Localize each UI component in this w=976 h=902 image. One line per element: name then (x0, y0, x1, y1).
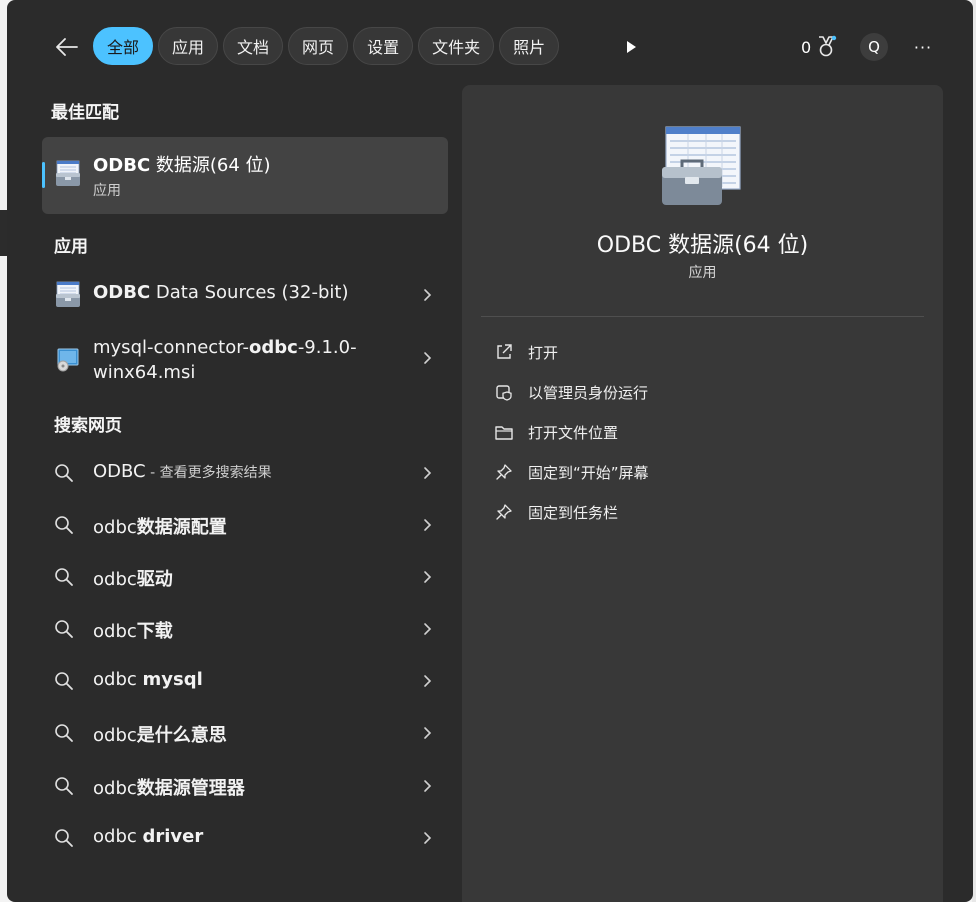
tab-all[interactable]: 全部 (93, 27, 154, 65)
web-result-label: odbc是什么意思 (93, 725, 227, 746)
back-arrow-icon (56, 38, 78, 56)
action-label: 以管理员身份运行 (528, 383, 649, 402)
best-match-item[interactable]: ODBC 数据源(64 位) 应用 (42, 137, 448, 214)
tab-settings[interactable]: 设置 (353, 27, 414, 65)
tab-folders[interactable]: 文件夹 (418, 27, 495, 65)
start-search-panel: 全部 应用 文档 网页 设置 文件夹 照片 0 Q ··· 最佳匹配 ODBC … (7, 0, 973, 902)
chevron-right-icon (424, 780, 432, 792)
section-apps: 应用 (54, 237, 88, 257)
tab-web[interactable]: 网页 (288, 27, 349, 65)
chevron-right-icon (424, 352, 432, 364)
tab-apps[interactable]: 应用 (158, 27, 219, 65)
web-result-driver[interactable]: odbc driver (42, 812, 448, 864)
play-icon (627, 41, 636, 53)
web-result-meaning[interactable]: odbc是什么意思 (42, 707, 448, 759)
app-item-mysql-connector[interactable]: mysql-connector-odbc-9.1.0- winx64.msi (42, 330, 448, 386)
chevron-right-icon (424, 467, 432, 479)
best-match-name: ODBC 数据源(64 位) (93, 155, 271, 176)
back-button[interactable] (53, 33, 81, 61)
action-pin-to-start[interactable]: 固定到“开始”屏幕 (492, 457, 649, 487)
more-filters-button[interactable] (619, 36, 643, 58)
rewards-count: 0 (801, 37, 812, 57)
more-icon: ··· (913, 37, 933, 57)
chevron-right-icon (424, 289, 432, 301)
detail-panel: ODBC 数据源(64 位) 应用 打开 以管理员身份运行 打开文件位置 固定到… (462, 85, 943, 902)
search-icon (55, 568, 73, 586)
filter-tabs: 全部 应用 文档 网页 设置 文件夹 照片 (93, 27, 560, 65)
odbc-toolbox-icon (56, 160, 80, 186)
section-web-search: 搜索网页 (54, 416, 122, 436)
tab-documents[interactable]: 文档 (223, 27, 284, 65)
web-result-label: odbc驱动 (93, 569, 173, 590)
admin-shield-icon (496, 385, 512, 401)
best-match-kind: 应用 (93, 183, 121, 199)
action-label: 打开 (528, 343, 559, 362)
odbc-toolbox-icon (662, 126, 741, 205)
action-label: 打开文件位置 (528, 423, 619, 442)
web-result-odbc[interactable]: ODBC - 查看更多搜索结果 (42, 447, 448, 499)
search-icon (55, 516, 73, 534)
action-run-as-admin[interactable]: 以管理员身份运行 (492, 377, 648, 407)
web-result-label: odbc driver (93, 826, 204, 847)
selection-indicator (42, 162, 45, 188)
action-label: 固定到“开始”屏幕 (528, 463, 649, 482)
search-filter-bar: 全部 应用 文档 网页 设置 文件夹 照片 0 Q ··· (7, 27, 973, 67)
chevron-right-icon (424, 623, 432, 635)
web-result-mysql[interactable]: odbc mysql (42, 655, 448, 707)
odbc-toolbox-icon (56, 281, 80, 307)
web-result-label: odbc数据源配置 (93, 517, 227, 538)
app-item-label: mysql-connector-odbc-9.1.0- winx64.msi (93, 337, 357, 383)
app-item-label: ODBC Data Sources (32-bit) (93, 282, 349, 303)
web-result-datasource-manager[interactable]: odbc数据源管理器 (42, 760, 448, 812)
chevron-right-icon (424, 832, 432, 844)
search-icon (55, 464, 73, 482)
chevron-right-icon (424, 727, 432, 739)
search-icon (55, 672, 73, 690)
action-open[interactable]: 打开 (492, 337, 558, 367)
pin-icon (496, 504, 512, 520)
open-external-icon (497, 344, 512, 359)
detail-kind: 应用 (688, 265, 717, 281)
detail-title: ODBC 数据源(64 位) (596, 233, 809, 258)
chevron-right-icon (424, 519, 432, 531)
web-result-label: ODBC - 查看更多搜索结果 (93, 461, 272, 482)
tab-photos[interactable]: 照片 (499, 27, 560, 65)
search-icon (55, 620, 73, 638)
search-icon (55, 724, 73, 742)
action-label: 固定到任务栏 (528, 503, 619, 522)
account-avatar[interactable]: Q (860, 33, 888, 61)
web-result-driver-cn[interactable]: odbc驱动 (42, 551, 448, 603)
chevron-right-icon (424, 675, 432, 687)
chevron-right-icon (424, 571, 432, 583)
search-icon (55, 777, 73, 795)
web-result-datasource-config[interactable]: odbc数据源配置 (42, 499, 448, 551)
detail-divider (481, 316, 924, 317)
web-result-label: odbc mysql (93, 669, 203, 690)
action-pin-to-taskbar[interactable]: 固定到任务栏 (492, 497, 618, 527)
msi-installer-icon (57, 348, 79, 372)
pin-icon (496, 464, 512, 480)
more-options-button[interactable]: ··· (912, 37, 934, 57)
web-result-label: odbc下载 (93, 621, 173, 642)
rewards-medal-icon (819, 35, 837, 57)
rewards-points[interactable]: 0 (801, 35, 837, 59)
app-item-odbc-32[interactable]: ODBC Data Sources (32-bit) (42, 268, 448, 320)
folder-icon (495, 426, 513, 440)
web-result-label: odbc数据源管理器 (93, 778, 245, 799)
web-result-download[interactable]: odbc下载 (42, 603, 448, 655)
section-best-match: 最佳匹配 (51, 103, 119, 123)
search-icon (55, 829, 73, 847)
action-open-file-location[interactable]: 打开文件位置 (492, 417, 618, 447)
